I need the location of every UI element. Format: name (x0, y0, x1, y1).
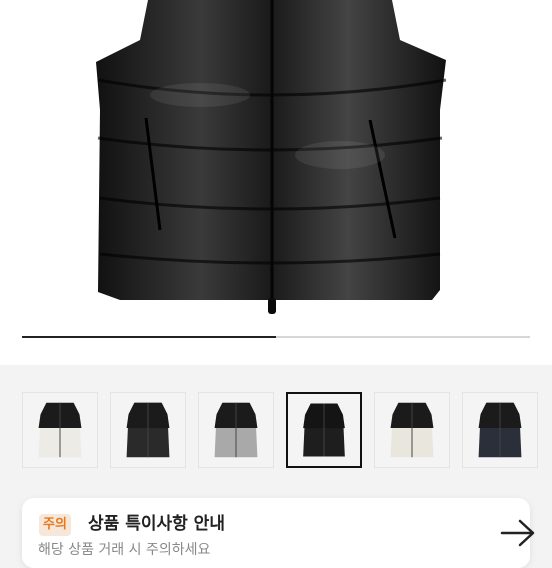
arrow-right-icon[interactable] (500, 518, 536, 548)
thumbnail-strip[interactable] (0, 392, 552, 472)
vest-thumbnail-image (390, 402, 434, 458)
thumbnail-6[interactable] (462, 392, 538, 468)
carousel-progress (22, 336, 530, 338)
caution-badge: 주의 (39, 514, 71, 536)
thumbnail-5[interactable] (374, 392, 450, 468)
vest-thumbnail-image (38, 402, 82, 458)
puffer-vest-image (96, 0, 447, 314)
carousel-progress-fill (22, 336, 276, 338)
thumbnail-4-selected[interactable] (286, 392, 362, 468)
product-main-image[interactable] (0, 0, 552, 365)
vest-thumbnail-image (303, 403, 345, 457)
notice-title: 상품 특이사항 안내 (88, 514, 225, 534)
product-notice-card[interactable]: 주의 상품 특이사항 안내 해당 상품 거래 시 주의하세요 (22, 498, 535, 568)
thumbnail-3[interactable] (198, 392, 274, 468)
thumbnail-2[interactable] (110, 392, 186, 468)
notice-subtitle: 해당 상품 거래 시 주의하세요 (38, 542, 211, 558)
vest-thumbnail-image (478, 402, 522, 458)
thumbnail-1[interactable] (22, 392, 98, 468)
vest-thumbnail-image (126, 402, 170, 458)
vest-thumbnail-image (214, 402, 258, 458)
